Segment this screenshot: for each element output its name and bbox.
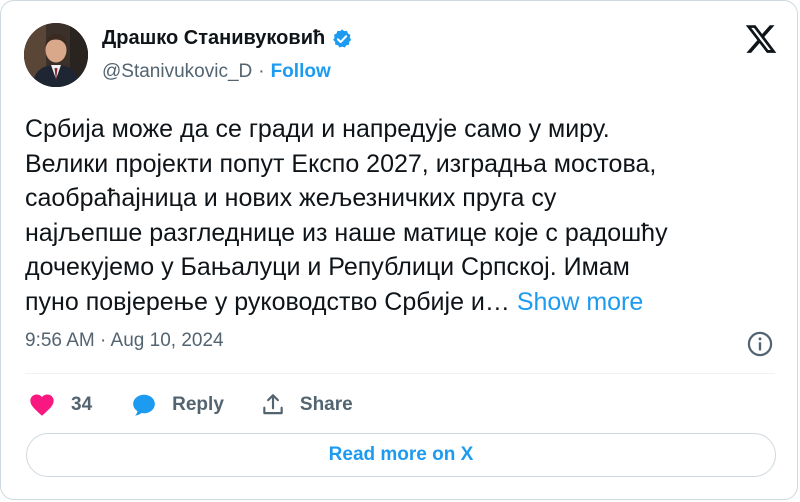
tweet-line: Велики пројекти попут Експо 2027, изград…: [25, 149, 657, 178]
divider: [25, 373, 775, 374]
like-button[interactable]: 34: [27, 391, 92, 419]
author-handle[interactable]: @Stanivukovic_D: [102, 61, 252, 83]
tweet-card: Драшко Станивуковић @Stanivukovic_D · Fo…: [0, 0, 798, 500]
tweet-line: Србија може да се гради и напредује само…: [25, 115, 610, 143]
author-name-row: Драшко Станивуковић: [102, 27, 353, 50]
x-logo-icon[interactable]: [744, 22, 778, 56]
author-handle-row: @Stanivukovic_D · Follow: [102, 61, 331, 83]
avatar-photo: [24, 23, 88, 87]
author-name[interactable]: Драшко Станивуковић: [102, 27, 325, 50]
separator-dot: ·: [258, 61, 265, 82]
likes-count: 34: [71, 394, 93, 415]
share-button[interactable]: Share: [260, 392, 353, 418]
follow-button[interactable]: Follow: [271, 61, 331, 83]
show-more-link[interactable]: Show more: [517, 288, 643, 316]
heart-icon: [30, 394, 54, 416]
info-icon[interactable]: [746, 330, 774, 358]
reply-button[interactable]: Reply: [130, 392, 224, 418]
share-icon: [263, 394, 283, 415]
avatar[interactable]: [24, 23, 88, 87]
timestamp[interactable]: 9:56 AM · Aug 10, 2024: [25, 330, 224, 352]
action-bar: 34 Reply Share: [27, 391, 353, 419]
tweet-text: Србија може да се гради и напредује само…: [25, 112, 785, 319]
tweet-line: саобраћајница и нових жељезничких пруга …: [25, 184, 557, 212]
tweet-line: дочекујемо у Бањалуци и Републици Српско…: [25, 253, 630, 281]
reply-label: Reply: [172, 394, 224, 415]
tweet-line: пуно повјерење у руководство Србије и…: [25, 287, 510, 316]
share-label: Share: [299, 394, 353, 415]
tweet-line: најљепше разгледнице из наше матице које…: [25, 218, 668, 247]
read-more-button[interactable]: Read more on X: [26, 433, 776, 477]
reply-bubble-icon: [133, 394, 155, 416]
verified-badge-icon: [333, 28, 352, 48]
